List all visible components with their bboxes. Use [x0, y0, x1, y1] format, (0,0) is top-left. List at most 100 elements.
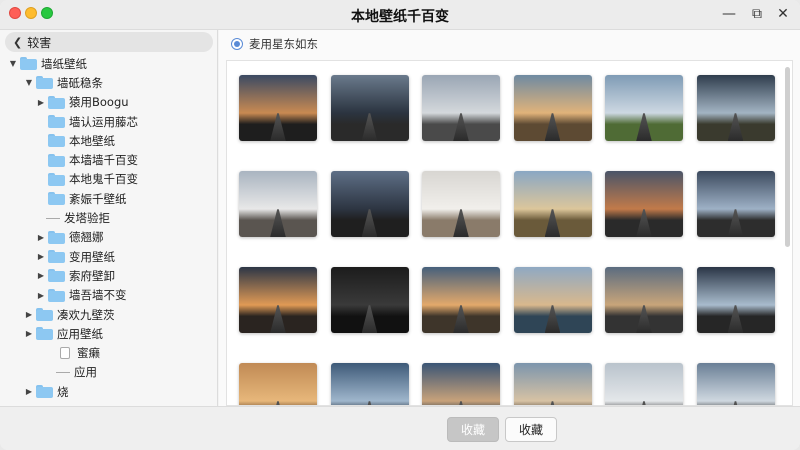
- tree-item-label: 应用: [74, 365, 97, 380]
- minimize-icon[interactable]: —: [720, 5, 738, 23]
- wallpaper-thumbnail[interactable]: [605, 171, 683, 237]
- back-button[interactable]: ❮ 较害: [5, 32, 213, 52]
- wallpaper-thumbnail[interactable]: [513, 171, 592, 237]
- tree-item[interactable]: 墙认运用藤芯: [0, 112, 217, 131]
- radio-label: 麦用星东如东: [249, 37, 318, 51]
- chevron-down-icon[interactable]: ▼: [24, 78, 34, 87]
- chevron-right-icon[interactable]: ▶: [24, 310, 34, 319]
- wallpaper-thumbnail[interactable]: [605, 75, 683, 141]
- bottom-bar: 收藏 收藏: [0, 406, 800, 450]
- tree-item-label: 烧: [57, 384, 69, 399]
- tree-item-label: 变用壁纸: [69, 249, 115, 264]
- file-icon: [60, 347, 70, 360]
- wallpaper-thumbnail[interactable]: [239, 75, 317, 141]
- wallpaper-thumbnail[interactable]: [422, 363, 500, 405]
- wallpaper-thumbnail[interactable]: [605, 363, 683, 405]
- close-icon[interactable]: ✕: [774, 5, 792, 23]
- back-label: 较害: [27, 35, 52, 50]
- tree-item[interactable]: ▶ 烧: [0, 382, 217, 401]
- folder-icon: [48, 269, 65, 283]
- folder-icon: [48, 250, 65, 264]
- tree-item-label: 本地鬼千百变: [69, 172, 138, 187]
- gallery-scrollbar[interactable]: [785, 67, 790, 247]
- wallpaper-thumbnail[interactable]: [422, 171, 500, 237]
- tree-item[interactable]: ▶ 变用壁纸: [0, 247, 217, 266]
- tree-item-label: 应用壁纸: [57, 326, 103, 341]
- wallpaper-thumbnail[interactable]: [330, 171, 409, 237]
- chevron-down-icon[interactable]: ▼: [8, 59, 18, 68]
- tree-item[interactable]: ▶ 墙吾墙不变: [0, 286, 217, 305]
- tree-item[interactable]: 应用: [0, 363, 217, 382]
- tree-item[interactable]: 本地壁纸: [0, 131, 217, 150]
- wallpaper-thumbnail[interactable]: [513, 75, 592, 141]
- connector-icon: [46, 217, 60, 219]
- wallpaper-thumbnail[interactable]: [330, 75, 409, 141]
- title-bar: 本地壁纸千百变 — ⧉ ✕: [0, 0, 800, 30]
- wallpaper-thumbnail[interactable]: [696, 75, 775, 141]
- chevron-right-icon[interactable]: ▶: [36, 98, 46, 107]
- sidebar: ❮ 较害 ▼ 墙纸壁纸 ▼ 墙砥稳条 ▶ 猿用Boogu 墙认运用藤芯 本地壁纸本墙墙千百变本…: [0, 30, 218, 406]
- chevron-right-icon[interactable]: ▶: [24, 329, 34, 338]
- wallpaper-thumbnail[interactable]: [239, 363, 317, 405]
- tree-item-label: 本墙墙千百变: [69, 153, 138, 168]
- secondary-action-button[interactable]: 收藏: [505, 417, 557, 442]
- folder-tree: ▼ 墙纸壁纸 ▼ 墙砥稳条 ▶ 猿用Boogu 墙认运用藤芯 本地壁纸本墙墙千百变 本地鬼千百变…: [0, 54, 217, 401]
- chevron-left-icon: ❮: [13, 35, 23, 49]
- wallpaper-thumbnail[interactable]: [330, 267, 409, 333]
- chevron-right-icon[interactable]: ▶: [24, 387, 34, 396]
- wallpaper-thumbnail[interactable]: [422, 75, 500, 141]
- tree-item-label: 发塔验拒: [64, 211, 110, 226]
- radio-selected-icon[interactable]: [231, 38, 243, 50]
- folder-icon: [48, 230, 65, 244]
- chevron-right-icon[interactable]: ▶: [36, 252, 46, 261]
- tree-item[interactable]: 蜜癞: [0, 343, 217, 362]
- connector-icon: [56, 371, 70, 373]
- wallpaper-thumbnail[interactable]: [239, 171, 317, 237]
- chevron-right-icon[interactable]: ▶: [36, 233, 46, 242]
- wallpaper-gallery: [226, 60, 793, 406]
- folder-icon: [48, 95, 65, 109]
- wallpaper-thumbnail[interactable]: [513, 363, 592, 405]
- radio-option[interactable]: 麦用星东如东: [231, 36, 318, 52]
- tree-item[interactable]: 紊娠千壁纸: [0, 189, 217, 208]
- tree-item[interactable]: ▶ 应用壁纸: [0, 324, 217, 343]
- folder-icon: [36, 385, 53, 399]
- tree-item-label: 墙砥稳条: [57, 75, 103, 90]
- wallpaper-thumbnail[interactable]: [513, 267, 592, 333]
- tree-item[interactable]: 本墙墙千百变: [0, 150, 217, 169]
- tree-item[interactable]: 发塔验拒: [0, 208, 217, 227]
- tree-item-label: 蜜癞: [77, 346, 100, 361]
- tree-item-label: 墙纸壁纸: [41, 56, 87, 71]
- tree-item[interactable]: ▼ 墙砥稳条: [0, 73, 217, 92]
- main-content: 麦用星东如东: [219, 30, 800, 406]
- chevron-right-icon[interactable]: ▶: [36, 291, 46, 300]
- wallpaper-thumbnail[interactable]: [239, 267, 317, 333]
- tree-item-label: 墙吾墙不变: [69, 288, 127, 303]
- folder-icon: [48, 153, 65, 167]
- tree-item[interactable]: ▶ 德翘娜: [0, 228, 217, 247]
- tree-item-label: 本地壁纸: [69, 133, 115, 148]
- restore-icon[interactable]: ⧉: [748, 5, 766, 23]
- wallpaper-thumbnail[interactable]: [422, 267, 500, 333]
- tree-item[interactable]: ▼ 墙纸壁纸: [0, 54, 217, 73]
- wallpaper-thumbnail[interactable]: [696, 171, 775, 237]
- primary-action-button[interactable]: 收藏: [447, 417, 499, 442]
- tree-item-label: 墙认运用藤芯: [69, 114, 138, 129]
- tree-item[interactable]: ▶ 索府壁卸: [0, 266, 217, 285]
- wallpaper-thumbnail[interactable]: [605, 267, 683, 333]
- tree-item-label: 猿用Boogu: [69, 95, 129, 110]
- window-title: 本地壁纸千百变: [351, 9, 449, 25]
- wallpaper-thumbnail[interactable]: [696, 363, 775, 405]
- folder-icon: [48, 192, 65, 206]
- folder-icon: [48, 172, 65, 186]
- tree-item[interactable]: 本地鬼千百变: [0, 170, 217, 189]
- folder-icon: [48, 134, 65, 148]
- wallpaper-thumbnail[interactable]: [330, 363, 409, 405]
- tree-item[interactable]: ▶ 猿用Boogu: [0, 93, 217, 112]
- tree-item[interactable]: ▶ 凑欢九壁茨: [0, 305, 217, 324]
- tree-item-label: 索府壁卸: [69, 268, 115, 283]
- wallpaper-thumbnail[interactable]: [696, 267, 775, 333]
- chevron-right-icon[interactable]: ▶: [36, 271, 46, 280]
- folder-icon: [36, 308, 53, 321]
- folder-icon: [48, 288, 65, 302]
